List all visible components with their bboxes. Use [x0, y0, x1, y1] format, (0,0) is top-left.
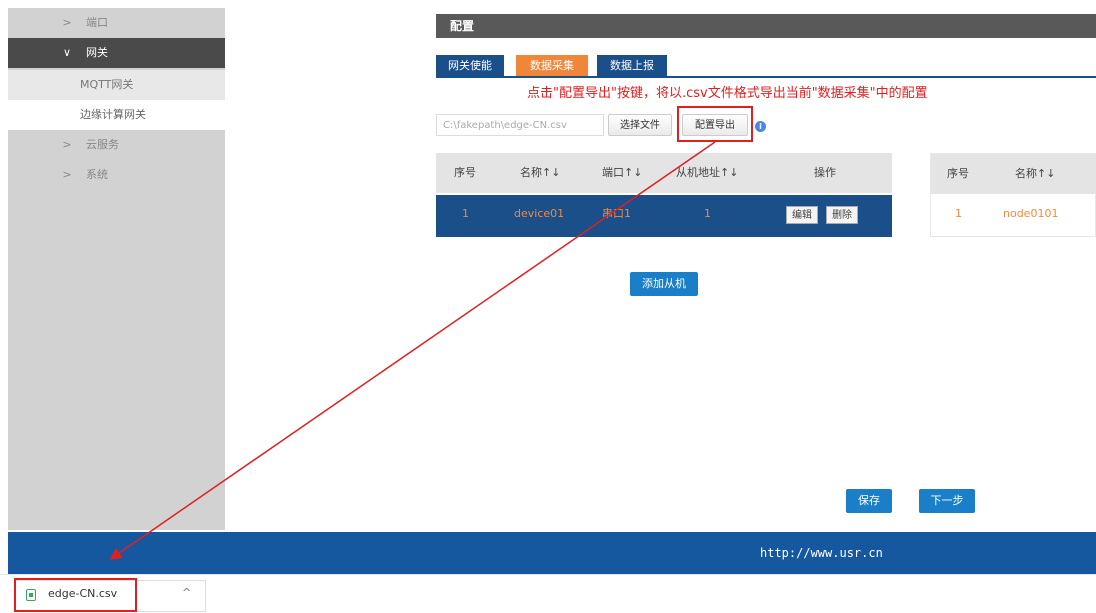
arrow-line — [109, 141, 716, 560]
annotation-arrow — [109, 141, 716, 560]
